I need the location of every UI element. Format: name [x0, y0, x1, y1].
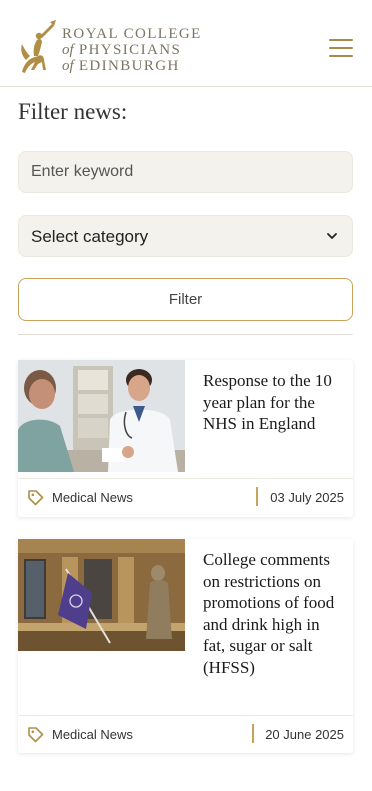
- logo-line-2: PHYSICIANS: [78, 42, 182, 58]
- logo-line-3: EDINBURGH: [78, 58, 180, 74]
- category-select[interactable]: Select category: [18, 215, 353, 257]
- logo-line-2-of: of: [62, 42, 74, 58]
- article-date: 03 July 2025: [270, 490, 344, 505]
- site-header: ROYAL COLLEGE of PHYSICIANS of EDINBURGH: [0, 0, 372, 87]
- article-category: Medical News: [52, 490, 133, 505]
- filter-button[interactable]: Filter: [18, 278, 353, 321]
- tag-icon: [28, 490, 44, 506]
- logo-line-3-of: of: [62, 58, 74, 74]
- article-meta: Medical News 20 June 2025: [18, 715, 353, 751]
- article-category: Medical News: [52, 727, 133, 742]
- tag-icon: [28, 727, 44, 743]
- news-card[interactable]: Response to the 10 year plan for the NHS…: [18, 360, 353, 517]
- college-logo[interactable]: ROYAL COLLEGE of PHYSICIANS of EDINBURGH: [16, 20, 206, 80]
- doctor-consultation-image: [18, 360, 185, 472]
- meta-separator: [252, 724, 254, 743]
- category-select-value: Select category: [31, 227, 149, 246]
- logo-wordmark: ROYAL COLLEGE of PHYSICIANS of EDINBURGH: [62, 26, 202, 74]
- trumpeter-logo-icon: [21, 20, 56, 73]
- article-title[interactable]: College comments on restrictions on prom…: [203, 549, 343, 678]
- news-card[interactable]: College comments on restrictions on prom…: [18, 539, 353, 753]
- college-building-image: [18, 539, 185, 651]
- article-meta: Medical News 03 July 2025: [18, 478, 353, 514]
- article-title[interactable]: Response to the 10 year plan for the NHS…: [203, 370, 343, 435]
- chevron-down-icon: [327, 233, 337, 239]
- article-date: 20 June 2025: [265, 727, 344, 742]
- keyword-search-input[interactable]: [18, 151, 353, 193]
- hamburger-menu-icon[interactable]: [329, 39, 355, 59]
- logo-line-1: ROYAL COLLEGE: [62, 26, 202, 42]
- filter-news-heading: Filter news:: [18, 99, 128, 124]
- divider: [18, 334, 353, 335]
- meta-separator: [256, 487, 258, 506]
